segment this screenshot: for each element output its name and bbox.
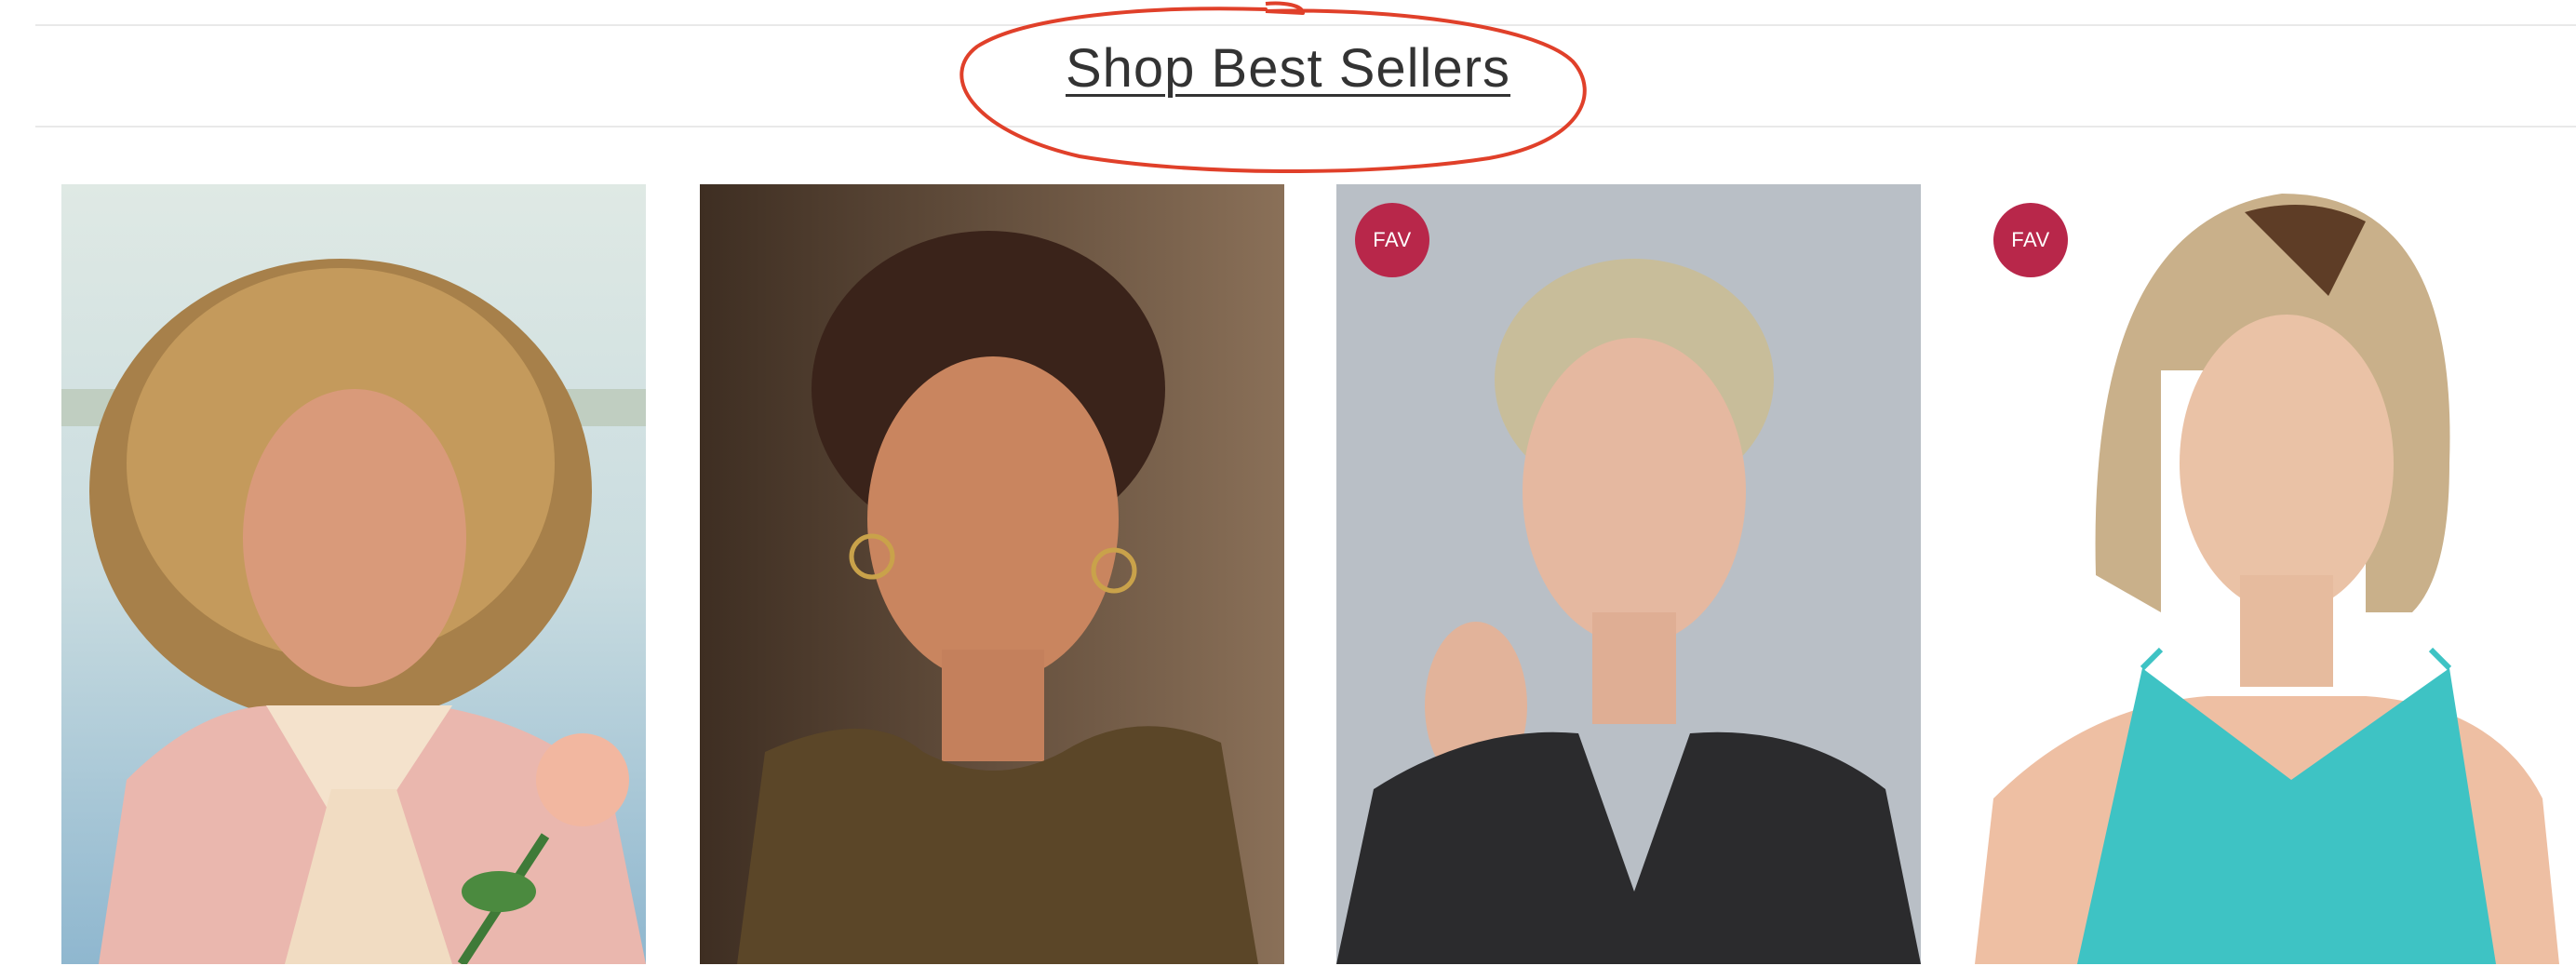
section-heading: Shop Best Sellers [0, 37, 2576, 100]
product-image [700, 184, 1284, 964]
product-card[interactable]: FAV [1336, 184, 1921, 964]
product-card[interactable] [61, 184, 646, 964]
top-divider [35, 24, 2576, 26]
product-card[interactable]: FAV [1975, 184, 2559, 964]
product-image [1975, 184, 2559, 964]
product-card[interactable] [700, 184, 1284, 964]
product-image [1336, 184, 1921, 964]
fav-badge: FAV [1355, 203, 1429, 277]
best-sellers-section: Shop Best Sellers FAV FAV [0, 0, 2576, 966]
fav-badge: FAV [1993, 203, 2068, 277]
bottom-divider [35, 126, 2576, 127]
product-image [61, 184, 646, 964]
shop-best-sellers-link[interactable]: Shop Best Sellers [1066, 37, 1510, 100]
